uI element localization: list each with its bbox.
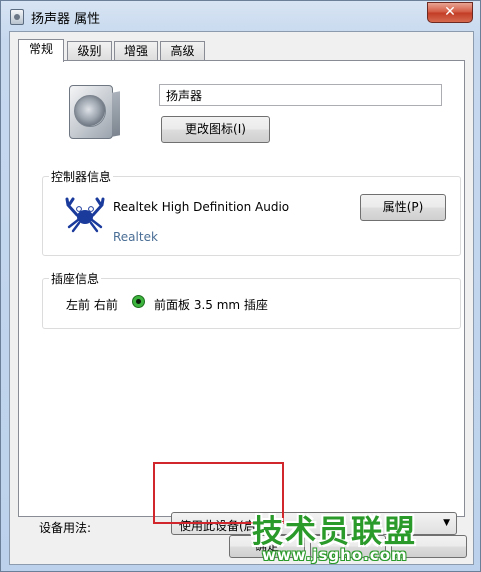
speaker-side bbox=[112, 91, 120, 137]
highlight-annotation bbox=[153, 462, 284, 524]
window-title: 扬声器 属性 bbox=[31, 12, 101, 27]
controller-info-group: 控制器信息 Realtek High Definition Audio Real… bbox=[42, 168, 461, 256]
jack-channels: 左前 右前 bbox=[66, 298, 118, 312]
device-usage-label: 设备用法: bbox=[39, 521, 92, 535]
speaker-app-icon bbox=[10, 9, 24, 25]
close-button[interactable]: ✕ bbox=[427, 2, 473, 23]
cancel-button[interactable] bbox=[310, 535, 386, 558]
change-icon-button[interactable]: 更改图标(I) bbox=[161, 116, 270, 143]
controller-name: Realtek High Definition Audio bbox=[113, 200, 290, 214]
tab-levels[interactable]: 级别 bbox=[67, 41, 112, 61]
controller-properties-button[interactable]: 属性(P) bbox=[360, 194, 446, 221]
apply-button[interactable] bbox=[391, 535, 467, 558]
jack-info-group: 插座信息 左前 右前 前面板 3.5 mm 插座 bbox=[42, 270, 461, 329]
title-bar[interactable]: 扬声器 属性 ✕ bbox=[1, 1, 480, 31]
jack-description: 前面板 3.5 mm 插座 bbox=[154, 298, 268, 312]
general-tab-panel: 扬声器 更改图标(I) 控制器信息 Realtek High Definitio… bbox=[18, 60, 465, 535]
device-name-input[interactable]: 扬声器 bbox=[159, 84, 442, 106]
controller-info-label: 控制器信息 bbox=[49, 168, 114, 185]
speaker-cone bbox=[74, 95, 106, 127]
dropdown-arrow-icon: ▼ bbox=[443, 518, 450, 528]
controller-vendor: Realtek bbox=[113, 230, 158, 244]
ok-button[interactable]: 确定 bbox=[229, 535, 305, 558]
tab-general[interactable]: 常规 bbox=[18, 39, 64, 62]
jack-info-label: 插座信息 bbox=[49, 270, 102, 287]
jack-color-dot-icon bbox=[132, 295, 145, 308]
realtek-crab-icon bbox=[65, 197, 105, 233]
tab-advanced[interactable]: 高级 bbox=[160, 41, 205, 61]
tab-enhancements[interactable]: 增强 bbox=[114, 41, 158, 61]
speaker-icon bbox=[69, 85, 120, 139]
